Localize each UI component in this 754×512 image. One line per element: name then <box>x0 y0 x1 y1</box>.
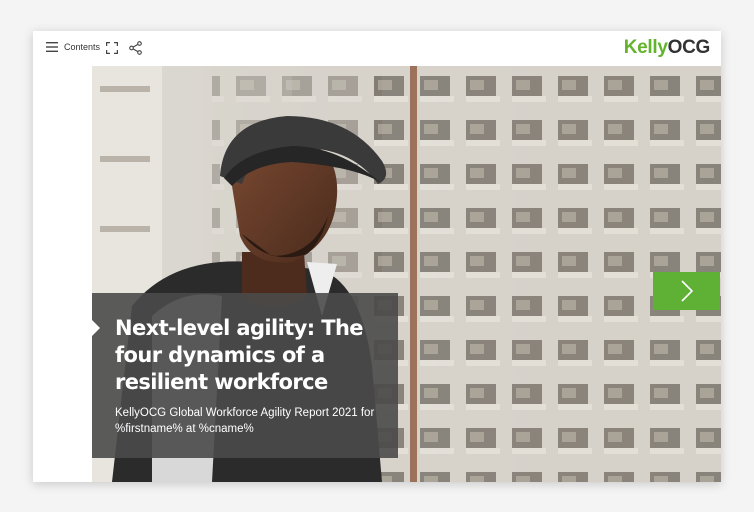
fullscreen-expand-icon <box>106 42 118 54</box>
logo-ocg: OCG <box>667 37 711 58</box>
kellyocg-logo: KellyOCG <box>623 37 711 59</box>
page-subtitle: KellyOCG Global Workforce Agility Report… <box>115 407 375 435</box>
share-icon <box>129 41 142 55</box>
title-marker-arrow <box>92 320 100 336</box>
chevron-right-icon <box>680 280 693 302</box>
left-margin <box>33 66 92 482</box>
page-title: Next-level agility: The four dynamics of… <box>115 316 364 394</box>
logo-kelly: Kelly <box>623 37 668 58</box>
fullscreen-button[interactable] <box>106 42 118 54</box>
hamburger-menu-icon <box>46 42 58 52</box>
top-toolbar: Contents KellyOCG <box>33 31 721 66</box>
contents-button[interactable]: Contents <box>46 42 100 52</box>
contents-label: Contents <box>64 42 101 52</box>
share-button[interactable] <box>129 41 142 55</box>
next-page-button[interactable] <box>653 272 720 310</box>
title-overlay: Next-level agility: The four dynamics of… <box>92 293 398 458</box>
document-viewer: Contents KellyOCG Next-level agility: Th… <box>33 31 721 482</box>
